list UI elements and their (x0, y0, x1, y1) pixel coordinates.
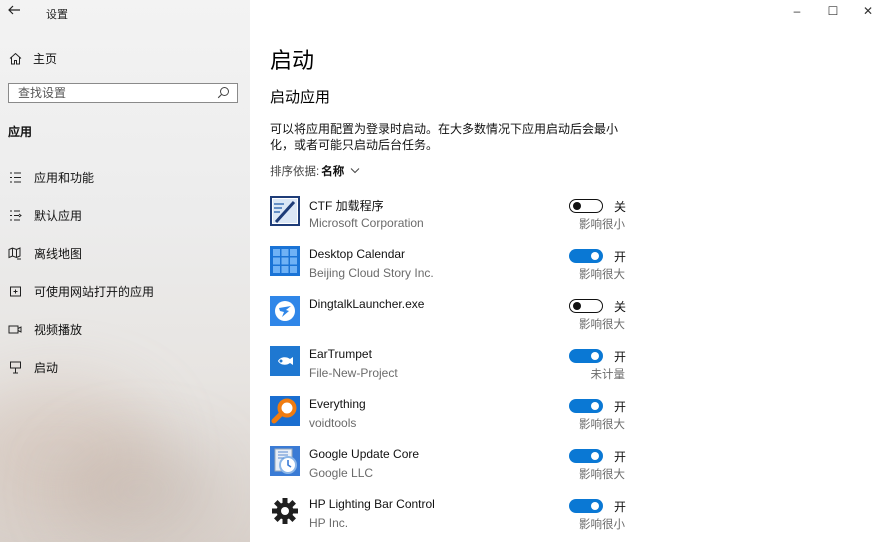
sidebar-item-apps-features[interactable]: 应用和功能 (8, 166, 244, 188)
default-apps-icon (8, 208, 22, 222)
startup-toggle[interactable] (569, 299, 603, 313)
offline-maps-icon (8, 246, 22, 260)
sidebar-item-label: 可使用网站打开的应用 (34, 284, 155, 299)
startup-app-row: Google Update Core Google LLC 开 影响很大 (270, 446, 640, 486)
toggle-state: 关 (614, 200, 627, 214)
startup-app-row: HP Lighting Bar Control HP Inc. 开 影响很小 (270, 496, 640, 536)
app-publisher: File-New-Project (309, 366, 398, 380)
minimize-button[interactable]: – (782, 2, 812, 20)
sidebar-item-label: 启动 (34, 360, 59, 375)
app-publisher: Google LLC (309, 466, 374, 480)
toggle-state: 开 (614, 450, 627, 464)
dingtalk-icon (270, 296, 300, 326)
page-title: 启动 (270, 48, 315, 73)
apps-features-icon (8, 170, 22, 184)
chevron-down-icon (350, 165, 360, 177)
back-arrow-icon[interactable] (6, 3, 22, 19)
app-name: EarTrumpet (309, 347, 372, 361)
startup-toggle[interactable] (569, 399, 603, 413)
sort-value: 名称 (321, 166, 345, 178)
nav-home[interactable]: 主页 (8, 47, 238, 69)
close-button[interactable]: ✕ (853, 2, 883, 20)
toggle-state: 开 (614, 350, 627, 364)
startup-impact: 影响很大 (579, 269, 625, 281)
sidebar-item-label: 应用和功能 (34, 170, 95, 185)
calendar-grid-icon (270, 246, 300, 276)
google-update-icon (270, 446, 300, 476)
app-publisher: voidtools (309, 416, 357, 430)
app-name: Everything (309, 397, 366, 411)
video-playback-icon (8, 322, 22, 336)
sort-dropdown[interactable]: 排序依据: 名称 (270, 163, 360, 179)
app-name: HP Lighting Bar Control (309, 497, 435, 511)
startup-toggle[interactable] (569, 499, 603, 513)
app-publisher: HP Inc. (309, 516, 349, 530)
sidebar-item-label: 视频播放 (34, 322, 83, 337)
startup-toggle[interactable] (569, 349, 603, 363)
sidebar-item-default-apps[interactable]: 默认应用 (8, 204, 244, 226)
apps-for-websites-icon (8, 284, 22, 298)
title-bar-left: 设置 (0, 0, 250, 24)
app-publisher: Microsoft Corporation (309, 216, 424, 230)
sidebar-item-label: 默认应用 (34, 208, 83, 223)
eartrumpet-icon (270, 346, 300, 376)
section-title-apps: 应用 (8, 125, 33, 139)
startup-impact: 影响很大 (579, 469, 625, 481)
app-name: Desktop Calendar (309, 247, 406, 261)
startup-impact: 影响很大 (579, 319, 625, 331)
startup-toggle[interactable] (569, 249, 603, 263)
startup-impact: 影响很小 (579, 219, 625, 231)
search-input[interactable] (9, 84, 208, 102)
sidebar-item-video-playback[interactable]: 视频播放 (8, 318, 244, 340)
magnifier-icon (270, 396, 300, 426)
startup-impact: 影响很小 (579, 519, 625, 531)
toggle-state: 开 (614, 400, 627, 414)
toggle-state: 关 (614, 300, 627, 314)
sidebar-item-offline-maps[interactable]: 离线地图 (8, 242, 244, 264)
sidebar-item-label: 离线地图 (34, 246, 83, 261)
search-box[interactable] (8, 83, 238, 103)
startup-app-row: DingtalkLauncher.exe 关 影响很大 (270, 296, 640, 336)
maximize-button[interactable]: ☐ (818, 2, 848, 20)
search-icon[interactable] (217, 86, 231, 100)
startup-app-row: CTF 加载程序 Microsoft Corporation 关 影响很小 (270, 196, 640, 236)
startup-toggle[interactable] (569, 449, 603, 463)
section-subtitle: 启动应用 (270, 89, 331, 106)
window-title: 设置 (46, 9, 68, 21)
nav-home-label: 主页 (33, 51, 58, 66)
ctf-loader-icon (270, 196, 300, 226)
sidebar-item-startup[interactable]: 启动 (8, 356, 244, 378)
app-publisher: Beijing Cloud Story Inc. (309, 266, 434, 280)
toggle-state: 开 (614, 250, 627, 264)
startup-impact: 影响很大 (579, 419, 625, 431)
app-name: Google Update Core (309, 447, 420, 461)
app-name: DingtalkLauncher.exe (309, 297, 425, 311)
startup-icon (8, 360, 22, 374)
startup-app-row: EarTrumpet File-New-Project 开 未计量 (270, 346, 640, 386)
startup-toggle[interactable] (569, 199, 603, 213)
gear-icon (270, 496, 300, 526)
startup-app-row: Everything voidtools 开 影响很大 (270, 396, 640, 436)
sidebar: 设置 主页 应用 应用和功能 默认应用 离线地图 可使用 (0, 0, 250, 542)
startup-impact: 未计量 (590, 369, 626, 381)
app-name: CTF 加载程序 (309, 199, 384, 213)
sort-label: 排序依据: (270, 166, 320, 178)
home-icon (8, 51, 22, 65)
sidebar-item-apps-for-websites[interactable]: 可使用网站打开的应用 (8, 280, 244, 302)
description-text: 可以将应用配置为登录时启动。在大多数情况下应用启动后会最小化，或者可能只启动后台… (270, 122, 619, 152)
startup-app-row: Desktop Calendar Beijing Cloud Story Inc… (270, 246, 640, 286)
toggle-state: 开 (614, 500, 627, 514)
